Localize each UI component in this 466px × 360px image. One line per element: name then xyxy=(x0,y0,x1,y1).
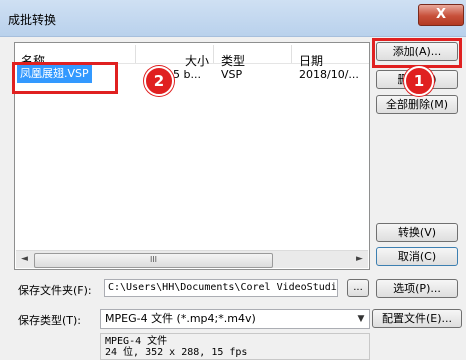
step-2-badge: 2 xyxy=(144,66,174,96)
options-button[interactable]: 选项(P)... xyxy=(376,279,458,298)
column-divider xyxy=(135,45,136,63)
scroll-right-icon[interactable]: ► xyxy=(351,251,368,268)
chevron-down-icon[interactable]: ▼ xyxy=(353,310,369,328)
scroll-left-icon[interactable]: ◄ xyxy=(16,251,33,268)
browse-button[interactable]: ... xyxy=(347,279,369,297)
save-type-label: 保存类型(T): xyxy=(18,314,82,327)
window-title: 成批转换 xyxy=(8,13,57,27)
delete-all-button[interactable]: 全部删除(M) xyxy=(376,95,458,114)
close-button[interactable]: X xyxy=(418,4,464,26)
file-type: VSP xyxy=(221,68,243,81)
save-folder-label: 保存文件夹(F): xyxy=(18,284,92,297)
file-date: 2018/10/... xyxy=(299,68,359,81)
cancel-button[interactable]: 取消(C) xyxy=(376,247,458,266)
convert-button[interactable]: 转换(V) xyxy=(376,223,458,242)
column-divider xyxy=(291,45,292,63)
save-type-select[interactable]: MPEG-4 文件 (*.mp4;*.m4v) ▼ xyxy=(100,309,370,329)
profile-button[interactable]: 配置文件(E)... xyxy=(372,309,462,328)
file-size: 5 b... xyxy=(173,68,201,81)
step-1-badge: 1 xyxy=(404,66,434,96)
scroll-thumb[interactable]: III xyxy=(34,253,273,268)
format-info: MPEG-4 文件 24 位, 352 x 288, 15 fps xyxy=(100,333,370,360)
save-type-value: MPEG-4 文件 (*.mp4;*.m4v) xyxy=(105,312,256,325)
horizontal-scrollbar[interactable]: ◄ III ► xyxy=(16,250,368,268)
highlight-box-add xyxy=(372,38,462,68)
column-divider xyxy=(213,45,214,63)
save-folder-input[interactable]: C:\Users\HH\Documents\Corel VideoStudio xyxy=(104,279,338,297)
list-header: 名称 大小 类型 日期 xyxy=(15,43,369,68)
title-bar: 成批转换 X xyxy=(0,0,466,37)
highlight-box-file xyxy=(12,62,118,94)
